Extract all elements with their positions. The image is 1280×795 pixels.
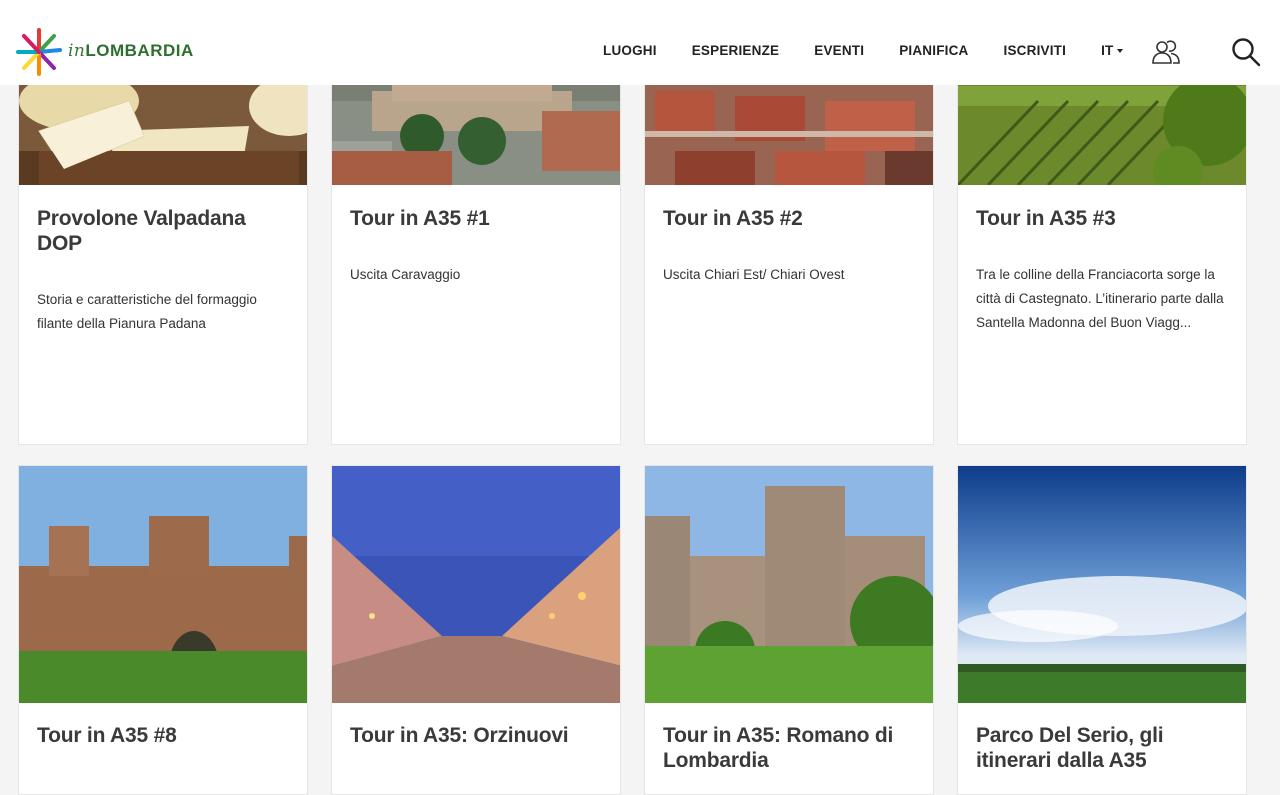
card-title: Tour in A35 #8 (37, 724, 177, 747)
card-tour-a35-orzinuovi[interactable]: Tour in A35: Orzinuovi (331, 465, 621, 795)
language-selector[interactable]: IT (1101, 43, 1124, 58)
brand-wordmark: inLOMBARDIA (68, 41, 194, 61)
card-tour-a35-8[interactable]: Tour in A35 #8 (18, 465, 308, 795)
card-title: Tour in A35 #2 (663, 207, 803, 230)
nav-item-iscriviti[interactable]: ISCRIVITI (1004, 43, 1067, 58)
card-description: Uscita Caravaggio (350, 267, 461, 282)
card-tour-a35-romano[interactable]: Tour in A35: Romano di Lombardia (644, 465, 934, 795)
card-title: Provolone Valpadana DOP (37, 207, 246, 255)
card-description: Storia e caratteristiche del formaggio f… (37, 292, 257, 331)
nav-item-pianifica[interactable]: PIANIFICA (899, 43, 968, 58)
brand-prefix: in (68, 41, 86, 61)
caret-down-icon (1117, 49, 1124, 54)
card-description: Tra le colline della Franciacorta sorge … (976, 267, 1224, 330)
card-title: Tour in A35: Orzinuovi (350, 724, 569, 747)
brand-name: LOMBARDIA (85, 41, 194, 60)
main-nav: LUOGHI ESPERIENZE EVENTI PIANIFICA ISCRI… (603, 43, 1124, 58)
site-header: inLOMBARDIA LUOGHI ESPERIENZE EVENTI PIA… (0, 0, 1280, 85)
language-label: IT (1101, 43, 1114, 58)
card-image (645, 466, 933, 703)
search-icon[interactable] (1230, 36, 1262, 68)
card-title: Parco Del Serio, gli itinerari dalla A35 (976, 724, 1164, 772)
card-title: Tour in A35 #1 (350, 207, 490, 230)
nav-item-luoghi[interactable]: LUOGHI (603, 43, 657, 58)
card-parco-del-serio[interactable]: Parco Del Serio, gli itinerari dalla A35 (957, 465, 1247, 795)
card-image (958, 466, 1246, 703)
card-description: Uscita Chiari Est/ Chiari Ovest (663, 267, 845, 282)
card-title: Tour in A35 #3 (976, 207, 1116, 230)
card-title: Tour in A35: Romano di Lombardia (663, 724, 894, 772)
nav-item-esperienze[interactable]: ESPERIENZE (692, 43, 780, 58)
logo-star-icon (16, 28, 62, 76)
nav-item-eventi[interactable]: EVENTI (814, 43, 864, 58)
card-image (332, 466, 620, 703)
users-icon[interactable] (1150, 38, 1182, 66)
card-image (19, 466, 307, 703)
brand-logo[interactable]: inLOMBARDIA (16, 26, 194, 76)
